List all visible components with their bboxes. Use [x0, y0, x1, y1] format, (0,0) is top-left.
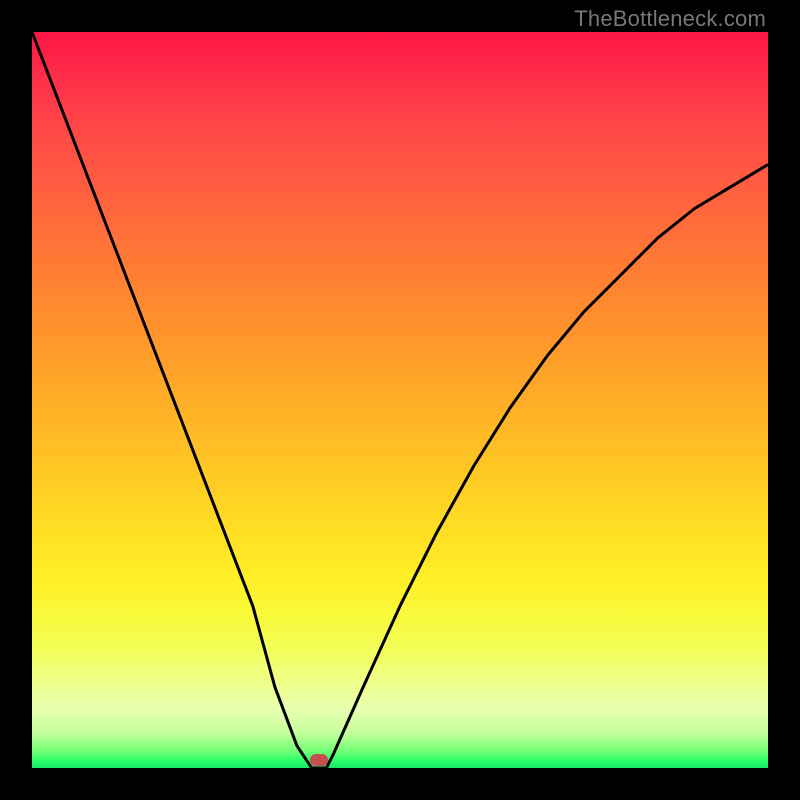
bottleneck-curve-path: [32, 32, 768, 768]
chart-frame: TheBottleneck.com: [0, 0, 800, 800]
optimal-point-marker: [310, 754, 328, 766]
plot-area: [32, 32, 768, 768]
watermark-text: TheBottleneck.com: [574, 6, 766, 32]
curve-svg: [32, 32, 768, 768]
